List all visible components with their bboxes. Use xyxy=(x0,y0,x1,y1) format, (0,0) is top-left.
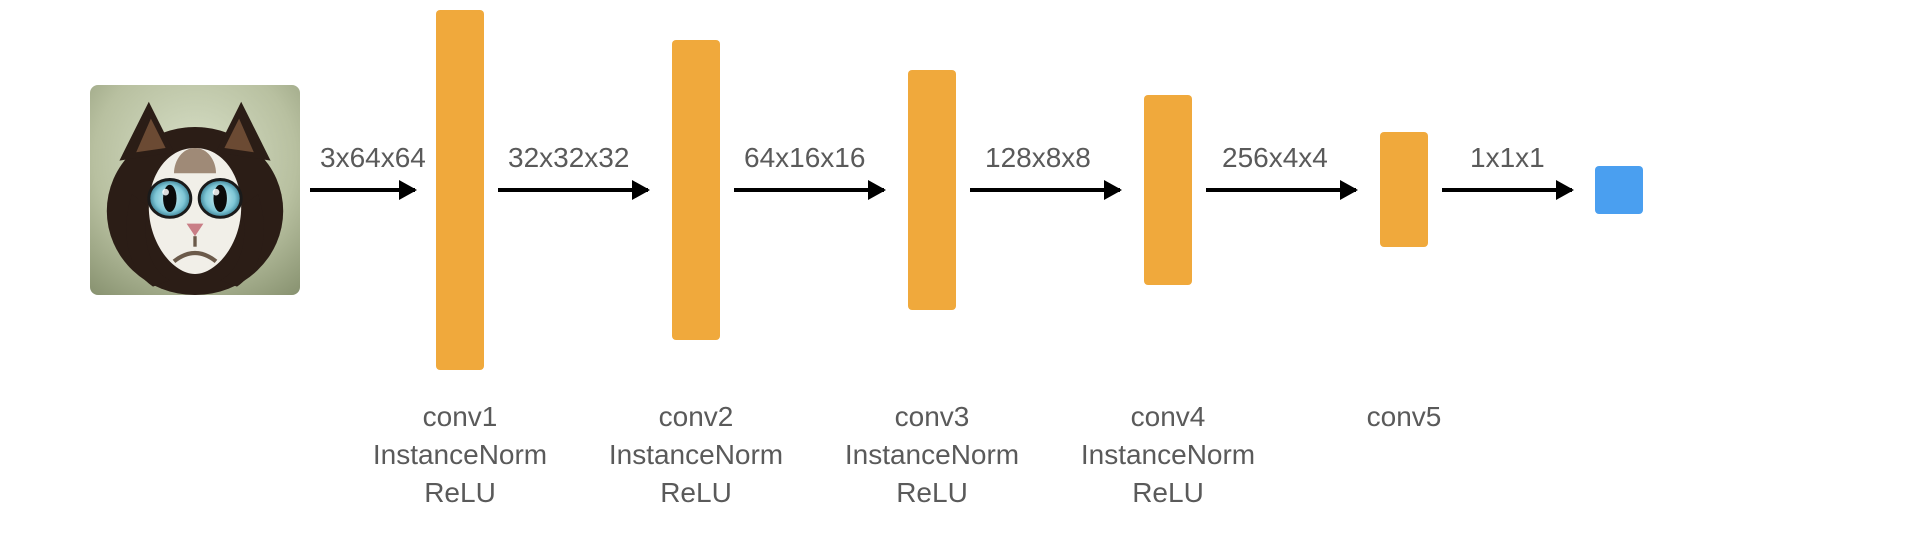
arrow-4 xyxy=(1206,188,1356,192)
layer-norm-0: InstanceNorm xyxy=(360,436,560,474)
layer-act-2: ReLU xyxy=(832,474,1032,512)
layer-block-conv5 xyxy=(1380,132,1428,247)
layer-norm-2: InstanceNorm xyxy=(832,436,1032,474)
cnn-architecture-diagram: 3x64x64 conv1 InstanceNorm ReLU 32x32x32… xyxy=(0,0,1920,548)
dim-label-5: 1x1x1 xyxy=(1470,142,1545,174)
arrow-0 xyxy=(310,188,415,192)
layer-act-1: ReLU xyxy=(596,474,796,512)
layer-label-2: conv3 InstanceNorm ReLU xyxy=(832,398,1032,511)
input-image xyxy=(90,85,300,295)
dim-label-1: 32x32x32 xyxy=(508,142,629,174)
layer-name-4: conv5 xyxy=(1304,398,1504,436)
layer-label-3: conv4 InstanceNorm ReLU xyxy=(1068,398,1268,511)
layer-label-4: conv5 xyxy=(1304,398,1504,436)
arrow-2 xyxy=(734,188,884,192)
output-block xyxy=(1595,166,1643,214)
arrow-3 xyxy=(970,188,1120,192)
layer-act-3: ReLU xyxy=(1068,474,1268,512)
layer-norm-3: InstanceNorm xyxy=(1068,436,1268,474)
dim-label-4: 256x4x4 xyxy=(1222,142,1328,174)
layer-block-conv2 xyxy=(672,40,720,340)
layer-name-3: conv4 xyxy=(1068,398,1268,436)
dim-label-3: 128x8x8 xyxy=(985,142,1091,174)
layer-block-conv4 xyxy=(1144,95,1192,285)
arrow-1 xyxy=(498,188,648,192)
dim-label-0: 3x64x64 xyxy=(320,142,426,174)
layer-label-0: conv1 InstanceNorm ReLU xyxy=(360,398,560,511)
layer-label-1: conv2 InstanceNorm ReLU xyxy=(596,398,796,511)
arrow-5 xyxy=(1442,188,1572,192)
dim-label-2: 64x16x16 xyxy=(744,142,865,174)
layer-name-1: conv2 xyxy=(596,398,796,436)
layer-name-2: conv3 xyxy=(832,398,1032,436)
layer-block-conv3 xyxy=(908,70,956,310)
layer-norm-1: InstanceNorm xyxy=(596,436,796,474)
layer-act-0: ReLU xyxy=(360,474,560,512)
layer-name-0: conv1 xyxy=(360,398,560,436)
layer-block-conv1 xyxy=(436,10,484,370)
